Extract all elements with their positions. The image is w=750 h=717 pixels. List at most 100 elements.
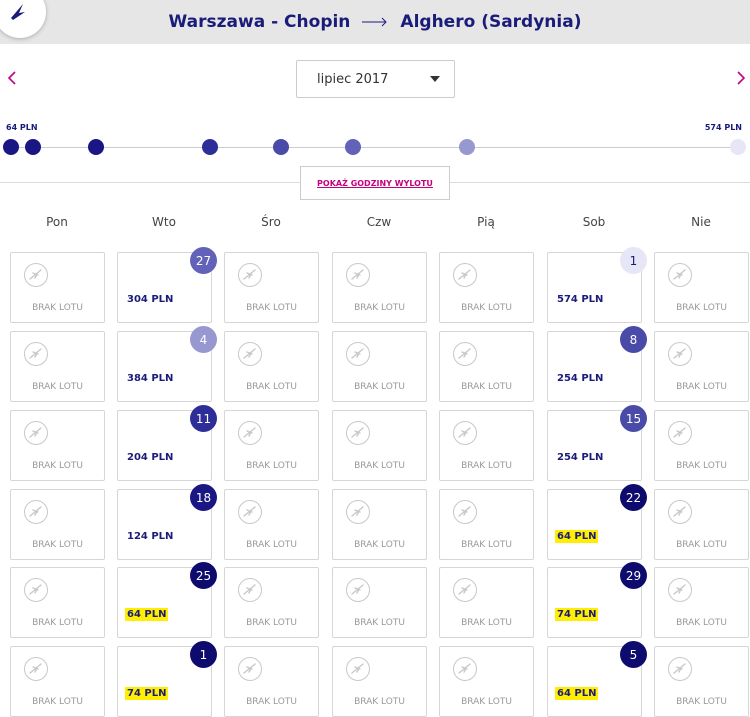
- day-number-badge: 11: [190, 405, 217, 432]
- plane-icon: [668, 657, 692, 681]
- no-flight-label: BRAK LOTU: [461, 540, 512, 550]
- plane-icon: [346, 421, 370, 445]
- flight-price: 254 PLN: [557, 452, 604, 463]
- show-departure-times-button[interactable]: POKAŻ GODZINY WYLOTU: [300, 166, 450, 200]
- plane-icon: [453, 500, 477, 524]
- no-flight-label: BRAK LOTU: [354, 697, 405, 707]
- flight-price: 74 PLN: [555, 608, 599, 621]
- price-scale-dot: [730, 139, 746, 155]
- day-number-badge: 8: [620, 326, 647, 353]
- no-flight-day-cell: BRAK LOTU: [224, 410, 319, 481]
- no-flight-label: BRAK LOTU: [246, 382, 297, 392]
- destination-airport: Alghero (Sardynia): [400, 12, 582, 32]
- day-number-badge: 27: [190, 247, 217, 274]
- no-flight-label: BRAK LOTU: [32, 461, 83, 471]
- no-flight-label: BRAK LOTU: [32, 382, 83, 392]
- no-flight-day-cell: BRAK LOTU: [224, 331, 319, 402]
- no-flight-label: BRAK LOTU: [246, 461, 297, 471]
- no-flight-day-cell: BRAK LOTU: [10, 331, 105, 402]
- no-flight-day-cell: BRAK LOTU: [224, 252, 319, 323]
- month-select[interactable]: lipiec 2017: [296, 60, 455, 98]
- no-flight-day-cell: BRAK LOTU: [10, 410, 105, 481]
- plane-icon: [24, 578, 48, 602]
- no-flight-label: BRAK LOTU: [246, 540, 297, 550]
- no-flight-label: BRAK LOTU: [676, 618, 727, 628]
- day-number-badge: 4: [190, 326, 217, 353]
- weekday-label: Pon: [46, 215, 68, 229]
- day-number-badge: 1: [190, 641, 217, 668]
- no-flight-day-cell: BRAK LOTU: [654, 567, 749, 638]
- flight-day-cell[interactable]: 4 384 PLN: [117, 326, 217, 402]
- no-flight-day-cell: BRAK LOTU: [654, 410, 749, 481]
- flight-day-cell[interactable]: 8 254 PLN: [547, 326, 647, 402]
- price-scale-max: 574 PLN: [704, 123, 742, 132]
- plane-icon: [453, 657, 477, 681]
- flight-day-cell[interactable]: 25 64 PLN: [117, 562, 217, 638]
- flight-day-cell[interactable]: 11 204 PLN: [117, 405, 217, 481]
- price-scale-line: [10, 147, 738, 148]
- day-number-badge: 5: [620, 641, 647, 668]
- price-scale-dot: [25, 139, 42, 155]
- no-flight-label: BRAK LOTU: [32, 697, 83, 707]
- plane-icon: [238, 263, 262, 287]
- price-scale-dot: [87, 139, 104, 155]
- plane-icon: [238, 500, 262, 524]
- plane-icon: [668, 500, 692, 524]
- flight-price: 74 PLN: [125, 687, 169, 700]
- price-scale-dot: [3, 139, 19, 155]
- plane-icon: [238, 342, 262, 366]
- no-flight-day-cell: BRAK LOTU: [332, 410, 427, 481]
- route-title: Warszawa - Chopin Alghero (Sardynia): [0, 0, 750, 44]
- plane-icon: [668, 421, 692, 445]
- flight-price: 64 PLN: [125, 608, 169, 621]
- plane-icon: [668, 263, 692, 287]
- plane-icon: [668, 342, 692, 366]
- no-flight-label: BRAK LOTU: [461, 303, 512, 313]
- weekday-label: Sob: [582, 215, 606, 229]
- no-flight-label: BRAK LOTU: [676, 461, 727, 471]
- weekday-label: Czw: [366, 215, 392, 229]
- no-flight-label: BRAK LOTU: [32, 303, 83, 313]
- no-flight-label: BRAK LOTU: [246, 303, 297, 313]
- next-month-button[interactable]: [731, 68, 750, 88]
- no-flight-day-cell: BRAK LOTU: [332, 252, 427, 323]
- flight-day-cell[interactable]: 15 254 PLN: [547, 405, 647, 481]
- weekday-label: Wto: [152, 215, 176, 229]
- no-flight-label: BRAK LOTU: [246, 618, 297, 628]
- weekday-header: Pon Wto Śro Czw Pią Sob Nie: [0, 215, 750, 235]
- no-flight-day-cell: BRAK LOTU: [654, 252, 749, 323]
- no-flight-label: BRAK LOTU: [676, 697, 727, 707]
- prev-month-button[interactable]: [2, 68, 22, 88]
- no-flight-label: BRAK LOTU: [32, 540, 83, 550]
- no-flight-day-cell: BRAK LOTU: [10, 567, 105, 638]
- no-flight-day-cell: BRAK LOTU: [439, 331, 534, 402]
- plane-icon: [346, 500, 370, 524]
- flight-day-cell[interactable]: 27 304 PLN: [117, 247, 217, 323]
- plane-icon: [24, 421, 48, 445]
- flight-day-cell[interactable]: 18 124 PLN: [117, 484, 217, 560]
- no-flight-day-cell: BRAK LOTU: [654, 331, 749, 402]
- flight-price: 64 PLN: [555, 530, 599, 543]
- plane-icon: [238, 421, 262, 445]
- no-flight-day-cell: BRAK LOTU: [439, 567, 534, 638]
- flight-day-cell[interactable]: 1 74 PLN: [117, 641, 217, 717]
- no-flight-label: BRAK LOTU: [246, 697, 297, 707]
- flight-day-cell[interactable]: 5 64 PLN: [547, 641, 647, 717]
- no-flight-day-cell: BRAK LOTU: [10, 252, 105, 323]
- no-flight-label: BRAK LOTU: [32, 618, 83, 628]
- no-flight-label: BRAK LOTU: [354, 618, 405, 628]
- plane-icon: [668, 578, 692, 602]
- origin-airport: Warszawa - Chopin: [168, 12, 351, 32]
- flight-day-cell[interactable]: 1 574 PLN: [547, 247, 647, 323]
- price-scale-dot: [458, 139, 475, 155]
- plane-icon: [24, 657, 48, 681]
- price-scale: 64 PLN 574 PLN: [0, 110, 750, 170]
- flight-day-cell[interactable]: 29 74 PLN: [547, 562, 647, 638]
- no-flight-label: BRAK LOTU: [354, 540, 405, 550]
- flight-price: 304 PLN: [127, 294, 174, 305]
- no-flight-label: BRAK LOTU: [461, 618, 512, 628]
- route-header: Warszawa - Chopin Alghero (Sardynia): [0, 0, 750, 44]
- no-flight-day-cell: BRAK LOTU: [332, 489, 427, 560]
- flight-day-cell[interactable]: 22 64 PLN: [547, 484, 647, 560]
- day-number-badge: 15: [620, 405, 647, 432]
